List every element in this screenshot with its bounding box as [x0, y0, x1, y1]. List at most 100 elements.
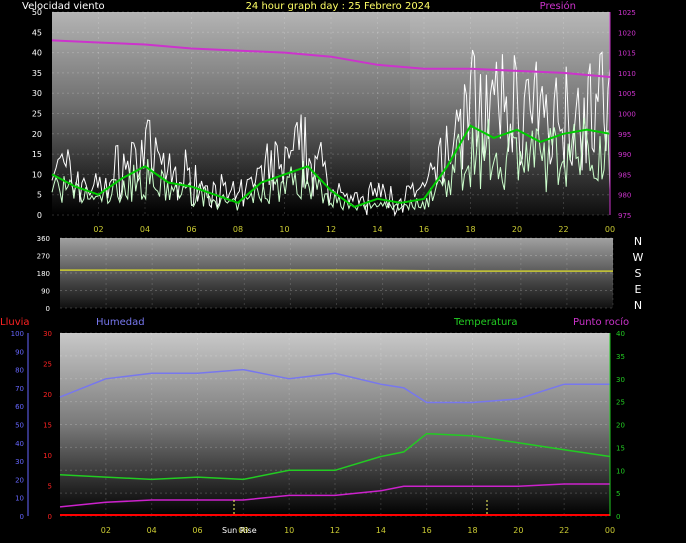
x-tick-label: 22: [558, 225, 568, 234]
y-tick-label: 1005: [618, 90, 636, 98]
y-tick-label: 20: [15, 476, 24, 484]
y-tick-label: 985: [618, 171, 631, 179]
y-tick-label: 15: [32, 150, 42, 159]
y-tick-label: 100: [11, 330, 24, 338]
y-tick-label: 990: [618, 151, 631, 159]
y-tick-label: 30: [616, 376, 625, 384]
x-tick-label: 16: [422, 526, 432, 535]
temp-x-ticks: 02 04 06 08 10 12 14 16 18 20 22 00: [101, 526, 615, 535]
x-tick-label: 12: [326, 225, 336, 234]
y-tick-label: 40: [15, 440, 24, 448]
y-tick-label: 1015: [618, 50, 636, 58]
x-tick-label: 20: [513, 526, 523, 535]
y-tick-label: 0: [37, 211, 42, 220]
x-tick-label: 06: [186, 225, 196, 234]
x-tick-label: 06: [192, 526, 202, 535]
shade-band: [410, 12, 610, 215]
x-tick-label: 12: [330, 526, 340, 535]
x-tick-label: 04: [140, 225, 150, 234]
y-tick-label: 1025: [618, 9, 636, 17]
y-tick-label: 15: [616, 444, 625, 452]
compass-label: N: [634, 299, 642, 312]
y-tick-label: 270: [37, 253, 50, 261]
y-tick-label: 90: [15, 348, 24, 356]
y-tick-label: 35: [616, 353, 625, 361]
y-tick-label: 5: [37, 191, 42, 200]
x-tick-label: 18: [467, 526, 477, 535]
y-tick-label: 0: [46, 305, 50, 313]
x-tick-label: 02: [93, 225, 103, 234]
x-tick-label: 02: [101, 526, 111, 535]
y-tick-label: 0: [48, 513, 52, 521]
y-tick-label: 40: [616, 330, 625, 338]
y-tick-label: 360: [37, 235, 50, 243]
x-tick-label: 10: [279, 225, 289, 234]
y-tick-label: 10: [43, 452, 52, 460]
y-tick-label: 25: [32, 110, 42, 119]
humidity-y-ticks: 0 10 20 30 40 50 60 70 80 90 100: [11, 330, 24, 521]
compass-label: N: [634, 235, 642, 248]
rain-y-ticks: 0 5 10 15 20 25 30: [43, 330, 52, 521]
y-tick-label: 1000: [618, 111, 636, 119]
weather-graphs: 05101520253035404550 9759809859909951000…: [0, 0, 644, 535]
wind-label: Velocidad viento: [22, 1, 105, 12]
x-tick-label: 00: [605, 526, 615, 535]
y-tick-label: 0: [20, 513, 24, 521]
x-tick-label: 04: [147, 526, 157, 535]
y-tick-label: 20: [32, 130, 42, 139]
humidity-label: Humedad: [96, 317, 145, 328]
graph-title: 24 hour graph day : 25 Febrero 2024: [246, 1, 431, 12]
y-tick-label: 45: [32, 28, 42, 37]
x-tick-label: 00: [605, 225, 615, 234]
y-tick-label: 90: [41, 288, 50, 296]
pressure-y-ticks: 975 980 985 990 995 1000 1005 1010 1015 1020 1025: [618, 9, 636, 220]
y-tick-label: 15: [43, 422, 52, 430]
x-tick-label: 16: [419, 225, 429, 234]
y-tick-label: 980: [618, 192, 631, 200]
x-tick-label: 20: [512, 225, 522, 234]
pressure-label: Presión: [540, 0, 576, 12]
y-tick-label: 25: [43, 361, 52, 369]
y-tick-label: 30: [15, 458, 24, 466]
compass-label: W: [633, 251, 644, 264]
y-tick-label: 10: [32, 170, 42, 179]
temperature-label: Temperatura: [453, 317, 518, 328]
y-tick-label: 10: [15, 495, 24, 503]
y-tick-label: 50: [15, 422, 24, 430]
y-tick-label: 10: [616, 467, 625, 475]
y-tick-label: 25: [616, 399, 625, 407]
y-tick-label: 1020: [618, 29, 636, 37]
compass-label: E: [635, 283, 642, 296]
y-tick-label: 80: [15, 367, 24, 375]
dewpoint-label: Punto rocío: [573, 316, 629, 328]
y-tick-label: 20: [616, 422, 625, 430]
wind-y-ticks: 05101520253035404550: [32, 8, 42, 220]
y-tick-label: 180: [37, 270, 50, 278]
x-tick-label: 18: [465, 225, 475, 234]
sunrise-label: Sun Rise: [222, 526, 257, 535]
x-tick-label: 14: [376, 526, 386, 535]
y-tick-label: 30: [43, 330, 52, 338]
compass-labels: NWSEN: [633, 235, 644, 312]
y-tick-label: 35: [32, 69, 42, 78]
y-tick-label: 5: [616, 490, 620, 498]
y-tick-label: 975: [618, 212, 631, 220]
temp-y-ticks: 0 5 10 15 20 25 30 35 40: [616, 330, 625, 521]
y-tick-label: 0: [616, 513, 620, 521]
y-tick-label: 60: [15, 403, 24, 411]
y-tick-label: 1010: [618, 70, 636, 78]
wind-x-ticks: 02 04 06 08 10 12 14 16 18 20 22 00: [93, 225, 615, 234]
y-tick-label: 20: [43, 391, 52, 399]
direction-y-ticks: 0 90 180 270 360: [37, 235, 50, 313]
y-tick-label: 30: [32, 89, 42, 98]
y-tick-label: 5: [48, 483, 52, 491]
x-tick-label: 14: [372, 225, 382, 234]
compass-label: S: [635, 267, 642, 280]
y-tick-label: 70: [15, 385, 24, 393]
x-tick-label: 10: [284, 526, 294, 535]
y-tick-label: 995: [618, 131, 631, 139]
y-tick-label: 40: [32, 49, 42, 58]
x-tick-label: 22: [559, 526, 569, 535]
rain-label: Lluvia: [0, 317, 30, 328]
x-tick-label: 08: [233, 225, 243, 234]
